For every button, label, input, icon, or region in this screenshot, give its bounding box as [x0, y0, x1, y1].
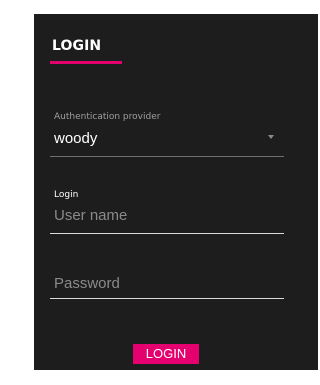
provider-underline — [50, 156, 284, 157]
provider-value[interactable]: woody — [54, 130, 97, 147]
caret-down-icon[interactable] — [268, 135, 274, 139]
username-input[interactable] — [54, 204, 274, 226]
password-input[interactable] — [54, 272, 274, 294]
login-panel: LOGIN Authentication provider woody Logi… — [34, 14, 318, 370]
username-underline — [50, 233, 284, 234]
login-title: LOGIN — [52, 38, 102, 54]
login-label: Login — [54, 190, 79, 200]
provider-label: Authentication provider — [54, 112, 161, 122]
login-title-underline — [50, 61, 122, 64]
password-underline — [50, 298, 284, 299]
login-button[interactable]: LOGIN — [133, 344, 199, 364]
